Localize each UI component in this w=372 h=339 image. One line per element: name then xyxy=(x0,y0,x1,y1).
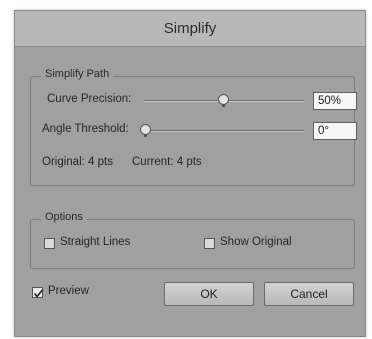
preview-checkbox[interactable] xyxy=(32,287,44,298)
ok-button[interactable]: OK xyxy=(164,282,254,306)
simplify-dialog: Simplify Simplify Path Curve Precision: … xyxy=(14,10,366,337)
straight-lines-label[interactable]: Straight Lines xyxy=(60,236,130,248)
options-group: Options Straight Lines Show Original xyxy=(30,211,355,269)
simplify-path-group: Simplify Path Curve Precision: 50% Angle… xyxy=(30,68,357,186)
curve-precision-label: Curve Precision: xyxy=(47,93,132,105)
show-original-checkbox[interactable] xyxy=(204,238,215,249)
simplify-path-legend: Simplify Path xyxy=(41,68,114,80)
angle-threshold-slider-track[interactable] xyxy=(146,130,304,132)
checkmark-icon xyxy=(33,289,44,298)
title-bar[interactable]: Simplify xyxy=(15,11,365,47)
angle-threshold-slider-thumb[interactable] xyxy=(140,124,151,137)
current-points: Current: 4 pts xyxy=(132,156,202,168)
options-legend: Options xyxy=(41,211,87,223)
preview-label[interactable]: Preview xyxy=(48,285,89,297)
angle-threshold-label: Angle Threshold: xyxy=(42,123,129,135)
cancel-button[interactable]: Cancel xyxy=(264,282,354,306)
original-points: Original: 4 pts xyxy=(42,156,113,168)
curve-precision-field[interactable]: 50% xyxy=(313,92,357,110)
show-original-label[interactable]: Show Original xyxy=(220,236,292,248)
dialog-title: Simplify xyxy=(163,20,217,37)
angle-threshold-field[interactable]: 0° xyxy=(313,122,357,140)
curve-precision-slider-thumb[interactable] xyxy=(218,94,229,107)
straight-lines-checkbox[interactable] xyxy=(44,238,55,249)
